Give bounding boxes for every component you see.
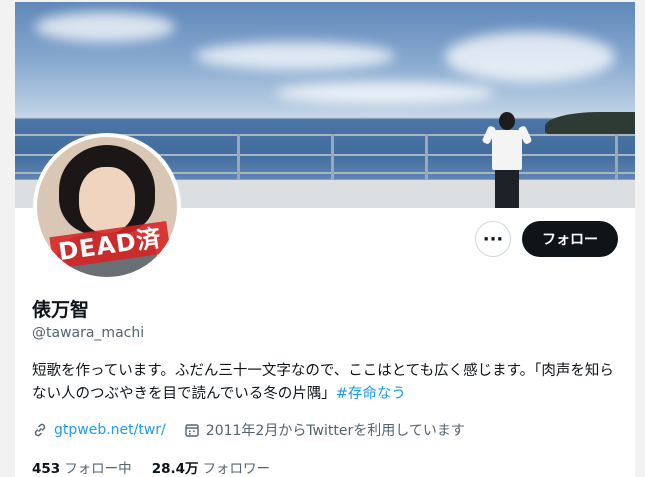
avatar[interactable]: DEAD済	[33, 133, 181, 281]
following-label: フォロー中	[64, 461, 132, 477]
user-handle: @tawara_machi	[32, 325, 145, 341]
link-icon	[34, 423, 46, 437]
banner-island	[545, 112, 635, 136]
more-icon: ···	[482, 228, 504, 250]
follow-button[interactable]: フォロー	[522, 221, 618, 257]
banner-railing-post	[237, 134, 240, 182]
website-link[interactable]: gtpweb.net/twr/	[54, 422, 166, 438]
joined-date: 2011年2月からTwitterを利用しています	[205, 423, 465, 439]
follow-stats: 453 フォロー中 28.4万 フォロワー	[32, 457, 290, 477]
banner-person	[481, 112, 533, 208]
banner-cloud	[445, 32, 615, 82]
website-item: gtpweb.net/twr/	[32, 422, 166, 438]
more-button[interactable]: ···	[475, 221, 511, 257]
profile-bio: 短歌を作っています。ふだん三十一文字なので、ここはとても広く感じます。「肉声を知…	[32, 360, 627, 406]
followers-count: 28.4万	[151, 461, 199, 477]
followers-label: フォロワー	[202, 461, 271, 477]
banner-railing-post	[615, 134, 618, 182]
display-name: 俵万智	[32, 299, 90, 321]
bio-text: 短歌を作っています。ふだん三十一文字なので、ここはとても広く感じます。「肉声を知…	[32, 363, 614, 402]
bio-hashtag-link[interactable]: #存命なう	[336, 386, 406, 402]
banner-cloud	[195, 42, 395, 70]
calendar-icon	[185, 424, 199, 437]
following-link[interactable]: 453 フォロー中	[32, 457, 132, 477]
banner-cloud	[35, 12, 175, 42]
profile-card: DEAD済 ··· フォロー 俵万智 @tawara_machi 短歌を作ってい…	[15, 2, 635, 477]
following-count: 453	[32, 461, 61, 477]
joined-item: 2011年2月からTwitterを利用しています	[184, 420, 465, 440]
banner-railing-post	[425, 134, 428, 182]
banner-cloud	[275, 82, 495, 104]
followers-link[interactable]: 28.4万 フォロワー	[152, 457, 270, 477]
banner-railing-post	[331, 134, 334, 182]
profile-meta: gtpweb.net/twr/ 2011年2月からTwitterを利用しています	[32, 420, 483, 440]
